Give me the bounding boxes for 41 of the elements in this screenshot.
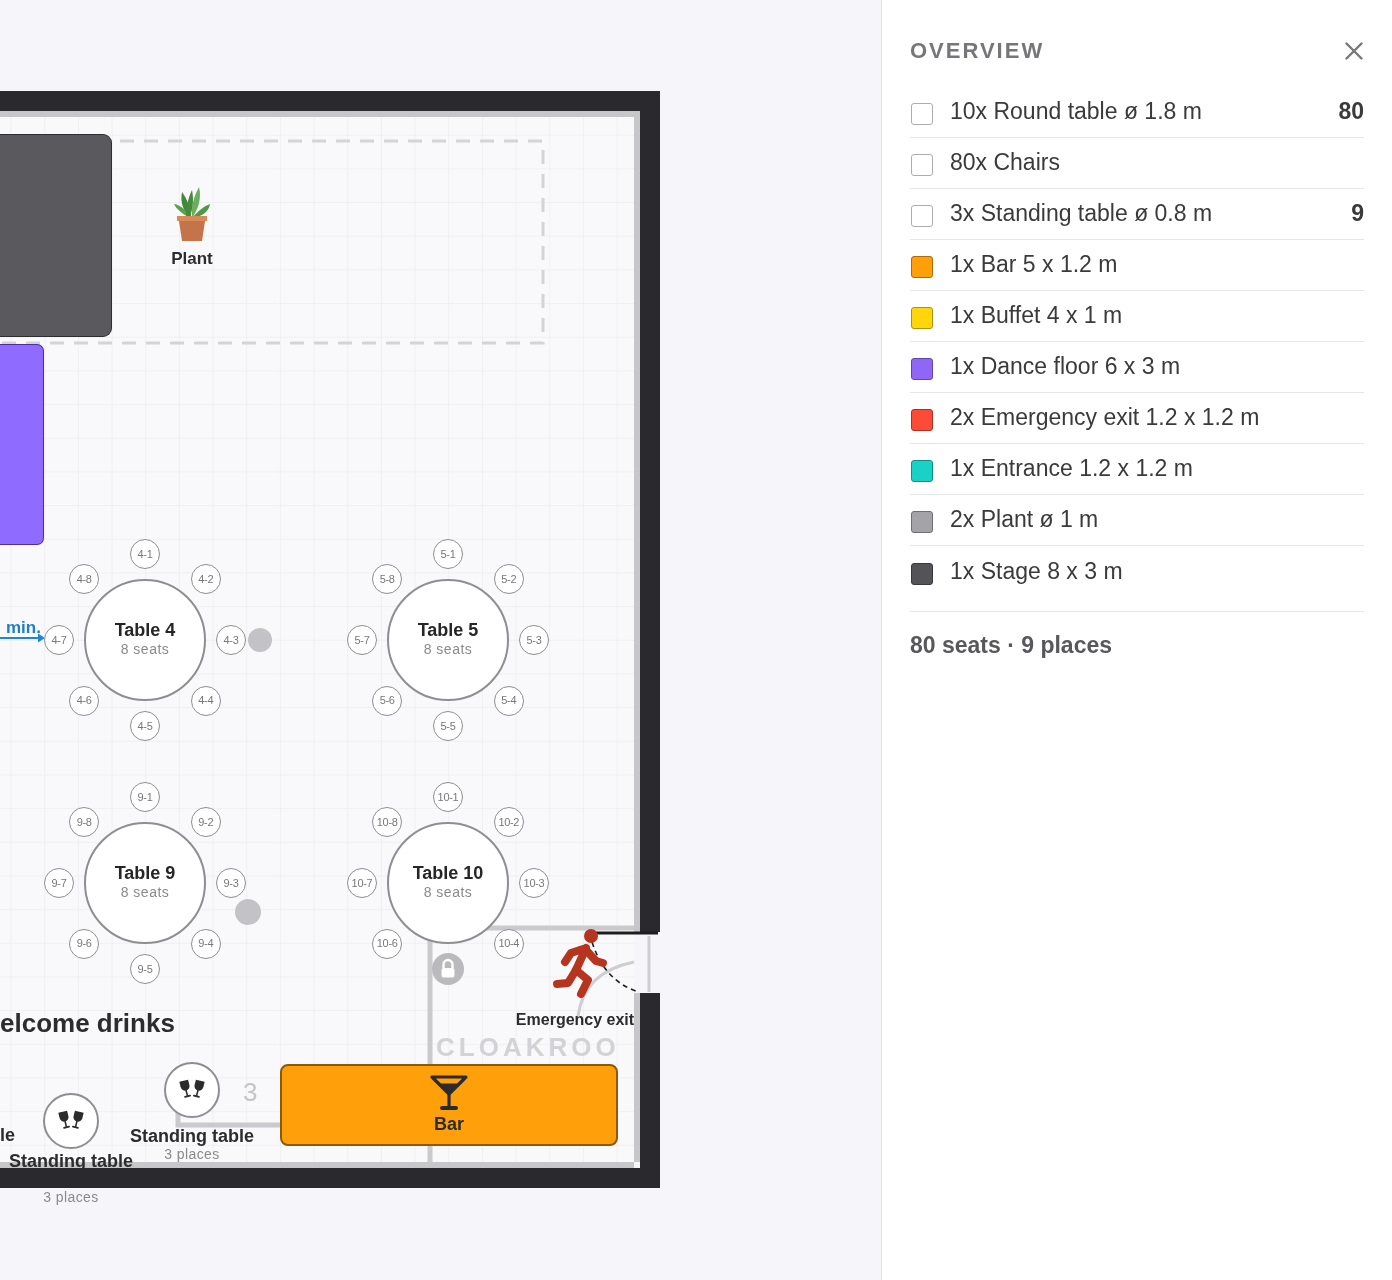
- item-label: 2x Emergency exit 1.2 x 1.2 m: [950, 404, 1260, 432]
- seat-count: 8 seats: [423, 884, 473, 902]
- clinking-glasses-icon: [179, 1079, 205, 1101]
- cocktail-glass-icon: [430, 1074, 468, 1111]
- item-label: 2x Plant ø 1 m: [950, 506, 1099, 534]
- table-name: Table 4: [114, 619, 176, 642]
- potted-plant-icon: [174, 187, 210, 241]
- item-label: 1x Entrance 1.2 x 1.2 m: [950, 455, 1193, 483]
- item-count: 9: [1351, 200, 1364, 228]
- distance-label: min.: [6, 618, 41, 639]
- item-label: 1x Bar 5 x 1.2 m: [950, 251, 1118, 279]
- zone-label: elcome drinks: [0, 1008, 175, 1040]
- seat-count: 8 seats: [423, 641, 473, 659]
- summary-text: 80 seats · 9 places: [910, 632, 1114, 660]
- item-label: 1x Buffet 4 x 1 m: [950, 302, 1123, 330]
- item-label: 3x Standing table ø 0.8 m: [950, 200, 1213, 228]
- seat-count: 8 seats: [120, 884, 170, 902]
- close-button[interactable]: [1344, 41, 1364, 61]
- table-name: Table 10: [412, 862, 484, 885]
- places-count: 3 places: [164, 1146, 220, 1163]
- close-icon: [1345, 42, 1363, 60]
- item-label: 1x Stage 8 x 3 m: [950, 557, 1123, 586]
- item-count: 80: [1338, 98, 1364, 126]
- places-count: 3 places: [43, 1189, 99, 1206]
- standing-table-name: le: [0, 1125, 15, 1147]
- bar-label: Bar: [434, 1113, 464, 1136]
- plant-label: Plant: [171, 249, 213, 270]
- standing-table-name: Standing table: [9, 1151, 133, 1173]
- exit-label: Emergency exit: [515, 1010, 635, 1030]
- clinking-glasses-icon: [58, 1110, 84, 1132]
- item-label: 10x Round table ø 1.8 m: [950, 98, 1202, 126]
- panel-title: OVERVIEW: [910, 37, 1045, 65]
- standing-table-name: Standing table: [130, 1126, 254, 1148]
- table-name: Table 9: [114, 862, 176, 885]
- item-label: 1x Dance floor 6 x 3 m: [950, 353, 1181, 381]
- dimension-arrow: [0, 633, 45, 643]
- running-person-icon: [552, 928, 608, 1000]
- table-name: Table 5: [417, 619, 479, 642]
- item-label: 80x Chairs: [950, 149, 1060, 177]
- lock-icon[interactable]: [432, 953, 464, 985]
- seat-count: 8 seats: [120, 641, 170, 659]
